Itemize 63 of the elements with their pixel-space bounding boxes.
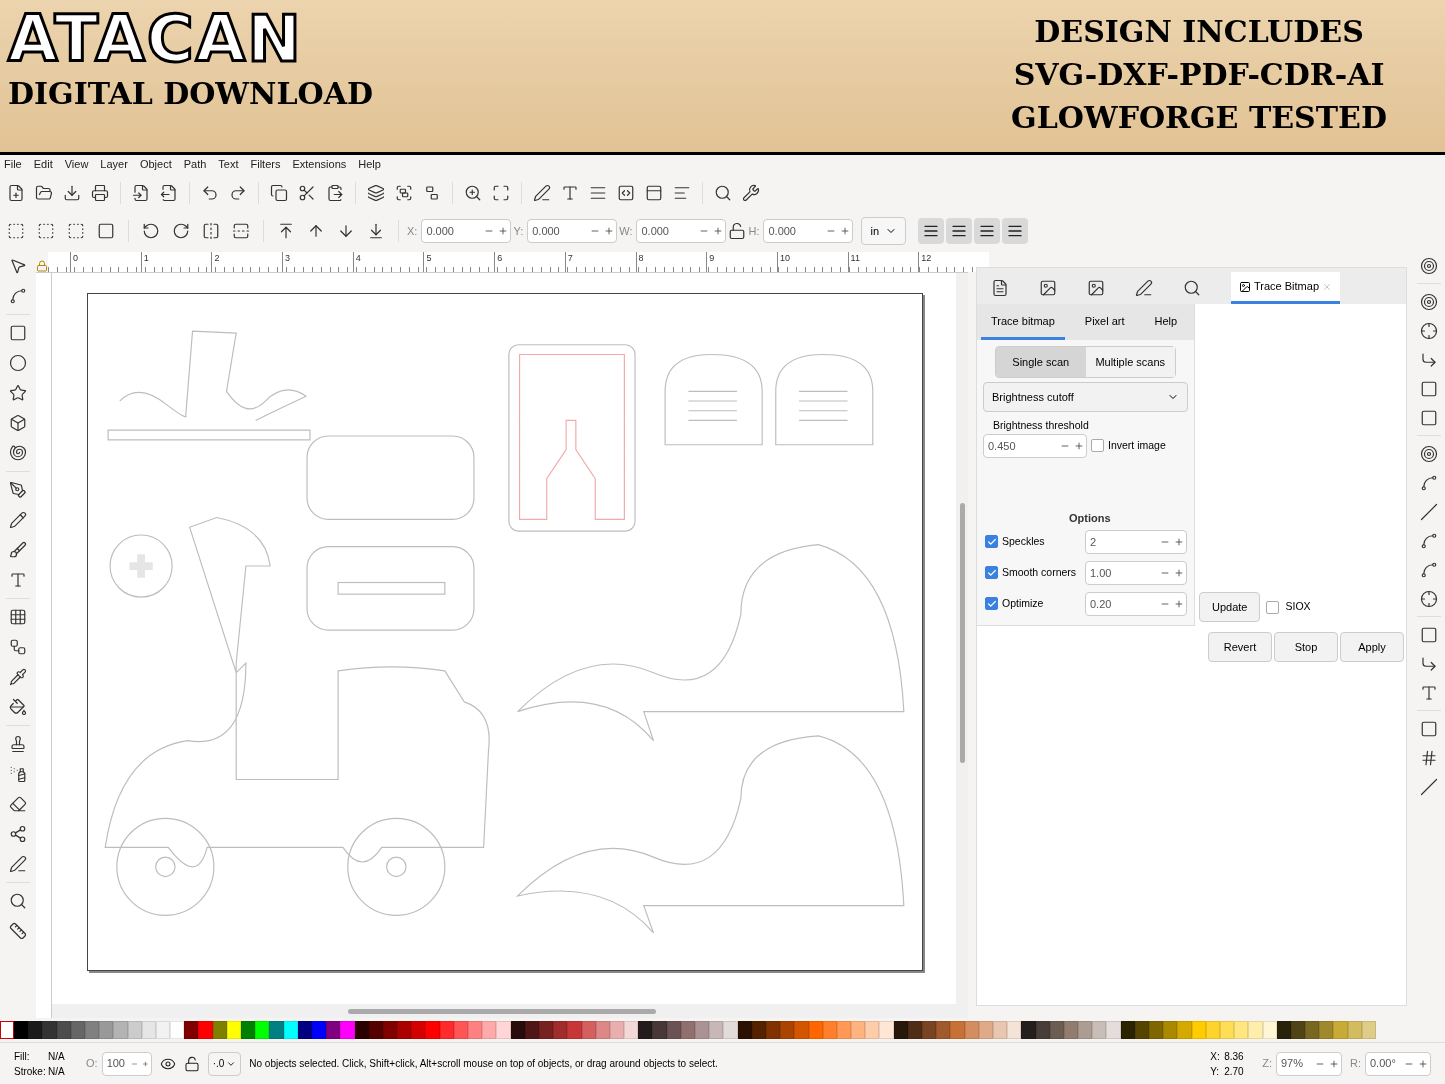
banner-subtitle: DIGITAL DOWNLOAD: [8, 75, 373, 113]
menu-item[interactable]: Extensions: [292, 155, 347, 173]
fill-value: N/A: [48, 1049, 66, 1064]
field-label: H:: [748, 223, 760, 239]
tab[interactable]: Pixel art: [1074, 312, 1135, 340]
number-field[interactable]: 1.00: [1085, 560, 1187, 585]
number-field[interactable]: 0.000: [421, 219, 512, 243]
menu-item[interactable]: Object: [139, 155, 172, 173]
number-field[interactable]: 0.20: [1085, 591, 1187, 616]
banner-headline: DESIGN INCLUDES: [1034, 13, 1364, 51]
banner-headline: GLOWFORGE TESTED: [1011, 99, 1387, 137]
stroke-value: N/A: [48, 1064, 66, 1079]
menu-item[interactable]: Edit: [33, 155, 53, 173]
coord-value: 2.70: [1224, 1064, 1245, 1079]
update-button[interactable]: Update: [1199, 592, 1261, 623]
field-label: O:: [86, 1056, 98, 1072]
menu-item[interactable]: Path: [183, 155, 207, 173]
dock-tab[interactable]: Trace Bitmap: [1231, 272, 1340, 304]
number-field[interactable]: 97%: [1276, 1051, 1342, 1076]
field-label: W:: [619, 223, 633, 239]
coord-label: X:: [1210, 1049, 1221, 1064]
number-field[interactable]: 2: [1085, 529, 1187, 554]
section-heading: Options: [1069, 510, 1112, 526]
checkbox-label: SIOX: [1285, 599, 1311, 615]
number-field[interactable]: 0.00°: [1365, 1051, 1431, 1076]
menu-item[interactable]: File: [4, 155, 22, 173]
banner-headline: SVG-DXF-PDF-CDR-AI: [1013, 56, 1385, 94]
checkbox-label: Invert image: [1108, 437, 1166, 453]
action-button[interactable]: Stop: [1274, 632, 1338, 663]
action-button[interactable]: Revert: [1208, 632, 1272, 663]
menu-item[interactable]: Filters: [250, 155, 281, 173]
tab[interactable]: Help: [1144, 312, 1188, 340]
action-button[interactable]: Apply: [1340, 632, 1404, 663]
tab[interactable]: Trace bitmap: [981, 312, 1065, 340]
status-message: No objects selected. Click, Shift+click, Alt+scroll mouse on top of objects, or drag around objects to select.: [249, 1057, 719, 1071]
coord-value: 8.36: [1224, 1049, 1245, 1064]
menu-item[interactable]: Help: [358, 155, 381, 173]
field-label: Y:: [513, 223, 524, 239]
menu-item[interactable]: Layer: [100, 155, 128, 173]
field-label: Z:: [1262, 1056, 1272, 1072]
unit-dropdown[interactable]: in: [861, 217, 906, 245]
field-label: Brightness threshold: [993, 418, 1090, 433]
field-label: R:: [1350, 1056, 1361, 1072]
field-label: X:: [407, 223, 418, 239]
number-field[interactable]: 0.000: [636, 219, 727, 243]
fill-label: Fill:: [14, 1049, 31, 1064]
mode-toggle[interactable]: Single scan: [996, 347, 1086, 377]
checkbox-label: Optimize: [1002, 595, 1044, 611]
checkbox-label: Speckles: [1002, 533, 1045, 549]
ruler: 0 1 2 3 4 5 6 7 8 9 10 11 12: [48, 252, 989, 272]
menu-item[interactable]: Text: [218, 155, 239, 173]
number-field[interactable]: 0.000: [763, 219, 854, 243]
stroke-label: Stroke:: [14, 1064, 47, 1079]
layer-dropdown[interactable]: ·.0: [207, 1051, 242, 1076]
number-field[interactable]: 100: [101, 1051, 152, 1076]
number-field[interactable]: 0.000: [527, 219, 618, 243]
menu-item[interactable]: View: [64, 155, 89, 173]
coord-label: Y:: [1210, 1064, 1221, 1079]
checkbox-label: Smooth corners: [1002, 564, 1077, 580]
method-dropdown[interactable]: Brightness cutoff: [983, 382, 1188, 412]
number-field[interactable]: 0.450: [983, 433, 1087, 458]
mode-toggle[interactable]: Multiple scans: [1085, 347, 1175, 377]
brand-logo: ATACAN: [8, 4, 304, 74]
